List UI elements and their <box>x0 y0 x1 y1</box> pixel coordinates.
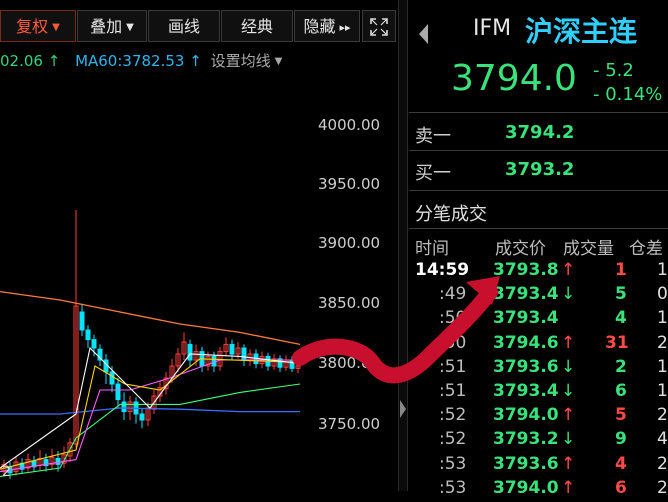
annotation-stroke <box>292 284 498 384</box>
annotation-overlay <box>292 276 500 384</box>
